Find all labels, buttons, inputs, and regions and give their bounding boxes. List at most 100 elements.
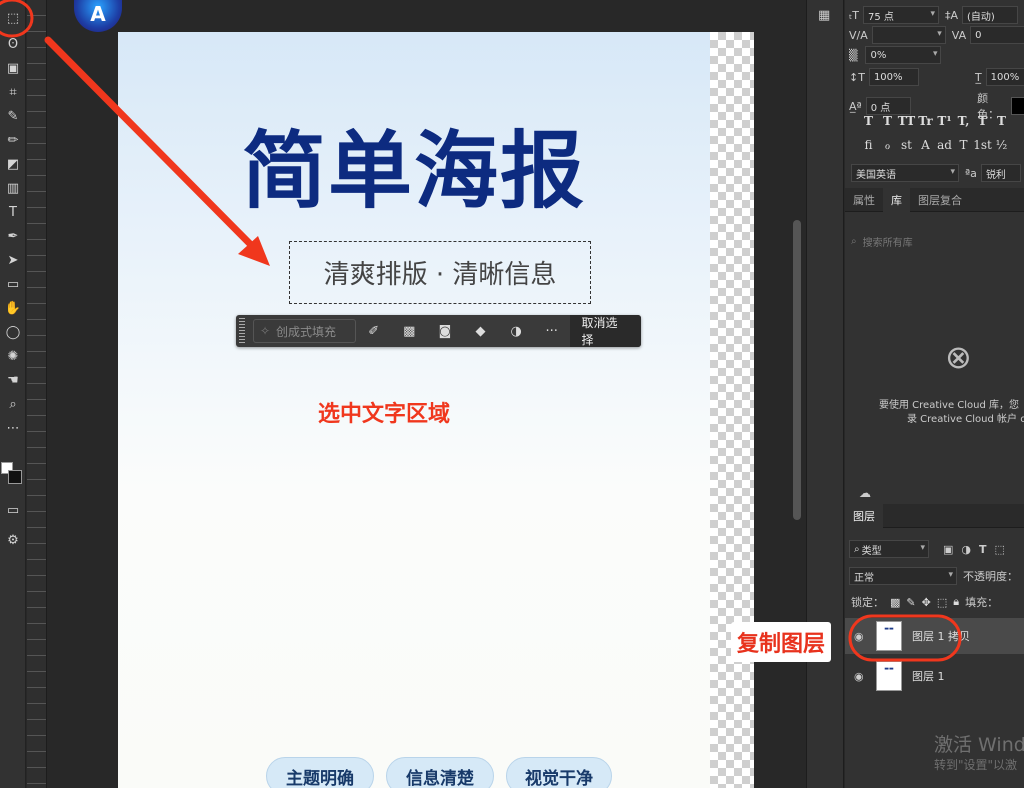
eye-icon[interactable]: ◉ — [854, 630, 868, 643]
layer-thumbnail: ▬▬ — [876, 661, 902, 691]
more-options-icon[interactable]: ··· — [534, 315, 570, 347]
text-style-button[interactable]: T, — [954, 114, 973, 128]
opentype-button[interactable]: ℴ — [878, 138, 897, 152]
opacity-label: 不透明度： — [963, 570, 1018, 583]
background-color-swatch[interactable] — [8, 470, 22, 484]
hand-icon[interactable]: ☚ — [2, 370, 24, 390]
lock-pixels-icon[interactable]: ▩ — [890, 596, 900, 609]
rect-marquee-icon[interactable]: ⬚ — [2, 8, 24, 28]
kerning-field[interactable]: ▾ — [871, 26, 946, 44]
filter-pixel-icon[interactable]: ▣ — [943, 543, 953, 556]
text-style-button[interactable]: T — [992, 114, 1011, 128]
zoom-icon[interactable]: ⌕ — [2, 394, 24, 414]
lasso-icon[interactable]: ʘ — [2, 34, 24, 54]
ellipse-icon[interactable]: ◯ — [2, 322, 24, 342]
contextual-task-bar: ✧ 创成式填充 ✐ ▩ ◙ ◆ ◑ ··· 取消选择 — [236, 315, 642, 347]
deselect-button[interactable]: 取消选择 — [569, 315, 642, 347]
drag-handle[interactable] — [239, 318, 245, 344]
leading-field[interactable]: (自动) — [962, 6, 1018, 24]
layers-tabs: 图层 — [845, 504, 1024, 528]
tools-panel: ⬚ ʘ ▣ ⌗ ✎ ✏ ◩ ▥ T ✒ ➤ ▭ ✋ ◯ ✺ ☚ ⌕ ⋯ ▭ ⚙ — [0, 0, 26, 788]
tracking-field[interactable]: 0 — [970, 26, 1024, 44]
crop-icon[interactable]: ⌗ — [2, 82, 24, 102]
opentype-button[interactable]: fi — [859, 138, 878, 152]
object-select-icon[interactable]: ▣ — [2, 58, 24, 78]
layer-row[interactable]: ◉ ▬▬ 图层 1 拷贝 — [845, 618, 1024, 654]
text-style-button[interactable]: TT — [897, 114, 916, 128]
rectangle-icon[interactable]: ▭ — [2, 274, 24, 294]
text-style-button[interactable]: T¹ — [935, 114, 954, 128]
cloud-sync-icon[interactable]: ☁ — [859, 486, 871, 500]
selected-subtitle-text[interactable]: 清爽排版 · 清晰信息 — [289, 241, 591, 304]
opentype-button[interactable]: A — [916, 138, 935, 152]
baseline-shift-field[interactable]: 0 点 — [865, 97, 912, 115]
text-style-button[interactable]: T — [973, 114, 992, 128]
eyedropper-icon[interactable]: ✎ — [2, 106, 24, 126]
baseline-shift-value: 0 点 — [870, 102, 891, 114]
tab-layers[interactable]: 图层 — [845, 504, 883, 528]
vertical-scale-field[interactable]: 100% — [868, 68, 919, 86]
lock-artboard-icon[interactable]: ⬚ — [937, 596, 947, 609]
language-select[interactable]: 美国英语 ▾ — [851, 164, 959, 182]
lock-position-icon[interactable]: ✥ — [922, 596, 931, 609]
horizontal-scale-value: 100% — [990, 71, 1020, 83]
tab-layer-comps[interactable]: 图层复合 — [910, 188, 970, 212]
opentype-button[interactable]: ½ — [992, 138, 1011, 152]
text-style-button[interactable]: T — [878, 114, 897, 128]
pen-icon[interactable]: ✒ — [2, 226, 24, 246]
horizontal-scale-field[interactable]: 100% — [985, 68, 1024, 86]
kerning-icon: V/A — [849, 28, 868, 42]
type-icon[interactable]: T — [2, 202, 24, 222]
dodge-icon[interactable]: ✋ — [2, 298, 24, 318]
leading-icon: ‡A — [944, 8, 958, 22]
opentype-buttons: fi ℴ st Aad T 1st ½ — [859, 138, 1011, 152]
leading-value: (自动) — [967, 11, 995, 23]
screen-mode-icon[interactable]: ▭ — [2, 500, 24, 520]
chevron-down-icon: ▾ — [948, 570, 953, 580]
activation-watermark-sub: 转到"设置"以激 — [934, 758, 1018, 772]
opentype-button[interactable]: 1st — [973, 138, 992, 152]
lock-label: 锁定： — [851, 596, 884, 609]
text-style-button[interactable]: Tr — [916, 114, 935, 128]
opentype-button[interactable]: ad — [935, 138, 954, 152]
invert-selection-icon[interactable]: ▩ — [392, 315, 428, 347]
edit-toolbar-icon[interactable]: ⚙ — [2, 530, 24, 550]
antialias-select[interactable]: 锐利 — [980, 164, 1021, 182]
tag-pill: 主题明确 — [266, 757, 374, 788]
antialias-value: 锐利 — [985, 169, 1006, 181]
fill-bucket-icon[interactable]: ◆ — [463, 315, 499, 347]
tsume-field[interactable]: 0% ▾ — [865, 46, 942, 64]
tracking-icon: VA — [951, 28, 967, 42]
filter-adjust-icon[interactable]: ◑ — [961, 543, 971, 556]
font-size-field[interactable]: 75 点 ▾ — [862, 6, 939, 24]
text-style-button[interactable]: T — [859, 114, 878, 128]
brush-icon[interactable]: ✏ — [2, 130, 24, 150]
filter-shape-icon[interactable]: ⬚ — [995, 543, 1005, 556]
layer-row[interactable]: ◉ ▬▬ 图层 1 — [845, 658, 1024, 694]
eraser-icon[interactable]: ◩ — [2, 154, 24, 174]
canvas-area[interactable]: 简单海报 清爽排版 · 清晰信息 主题明确 信息清楚 视觉干净 — [48, 0, 803, 788]
filter-type-icon[interactable]: T — [979, 543, 987, 556]
eye-icon[interactable]: ◉ — [854, 670, 868, 683]
tab-libraries[interactable]: 库 — [883, 188, 910, 212]
lock-paint-icon[interactable]: ✎ — [906, 596, 915, 609]
opentype-button[interactable]: T — [954, 138, 973, 152]
opentype-button[interactable]: st — [897, 138, 916, 152]
layer-filter-select[interactable]: ⌕ 类型 ▾ — [849, 540, 929, 558]
library-search[interactable]: ⌕ 搜索所有库 — [851, 230, 1021, 252]
custom-shape-icon[interactable]: ✺ — [2, 346, 24, 366]
blend-mode-select[interactable]: 正常 ▾ — [849, 567, 957, 585]
grid-panel-icon[interactable]: ▦ — [818, 8, 834, 23]
path-select-icon[interactable]: ➤ — [2, 250, 24, 270]
tab-properties[interactable]: 属性 — [845, 188, 883, 212]
generative-fill-button[interactable]: ✧ 创成式填充 — [252, 319, 356, 343]
layer-thumbnail: ▬▬ — [876, 621, 902, 651]
more-tools-icon[interactable]: ⋯ — [2, 418, 24, 438]
canvas-scrollbar[interactable] — [793, 220, 801, 520]
gradient-icon[interactable]: ▥ — [2, 178, 24, 198]
lock-all-icon[interactable]: 🔒︎ — [953, 595, 959, 609]
text-color-swatch[interactable] — [1010, 97, 1024, 115]
adjustment-icon[interactable]: ◑ — [498, 315, 534, 347]
mask-icon[interactable]: ◙ — [427, 315, 463, 347]
brush-mask-icon[interactable]: ✐ — [356, 315, 392, 347]
